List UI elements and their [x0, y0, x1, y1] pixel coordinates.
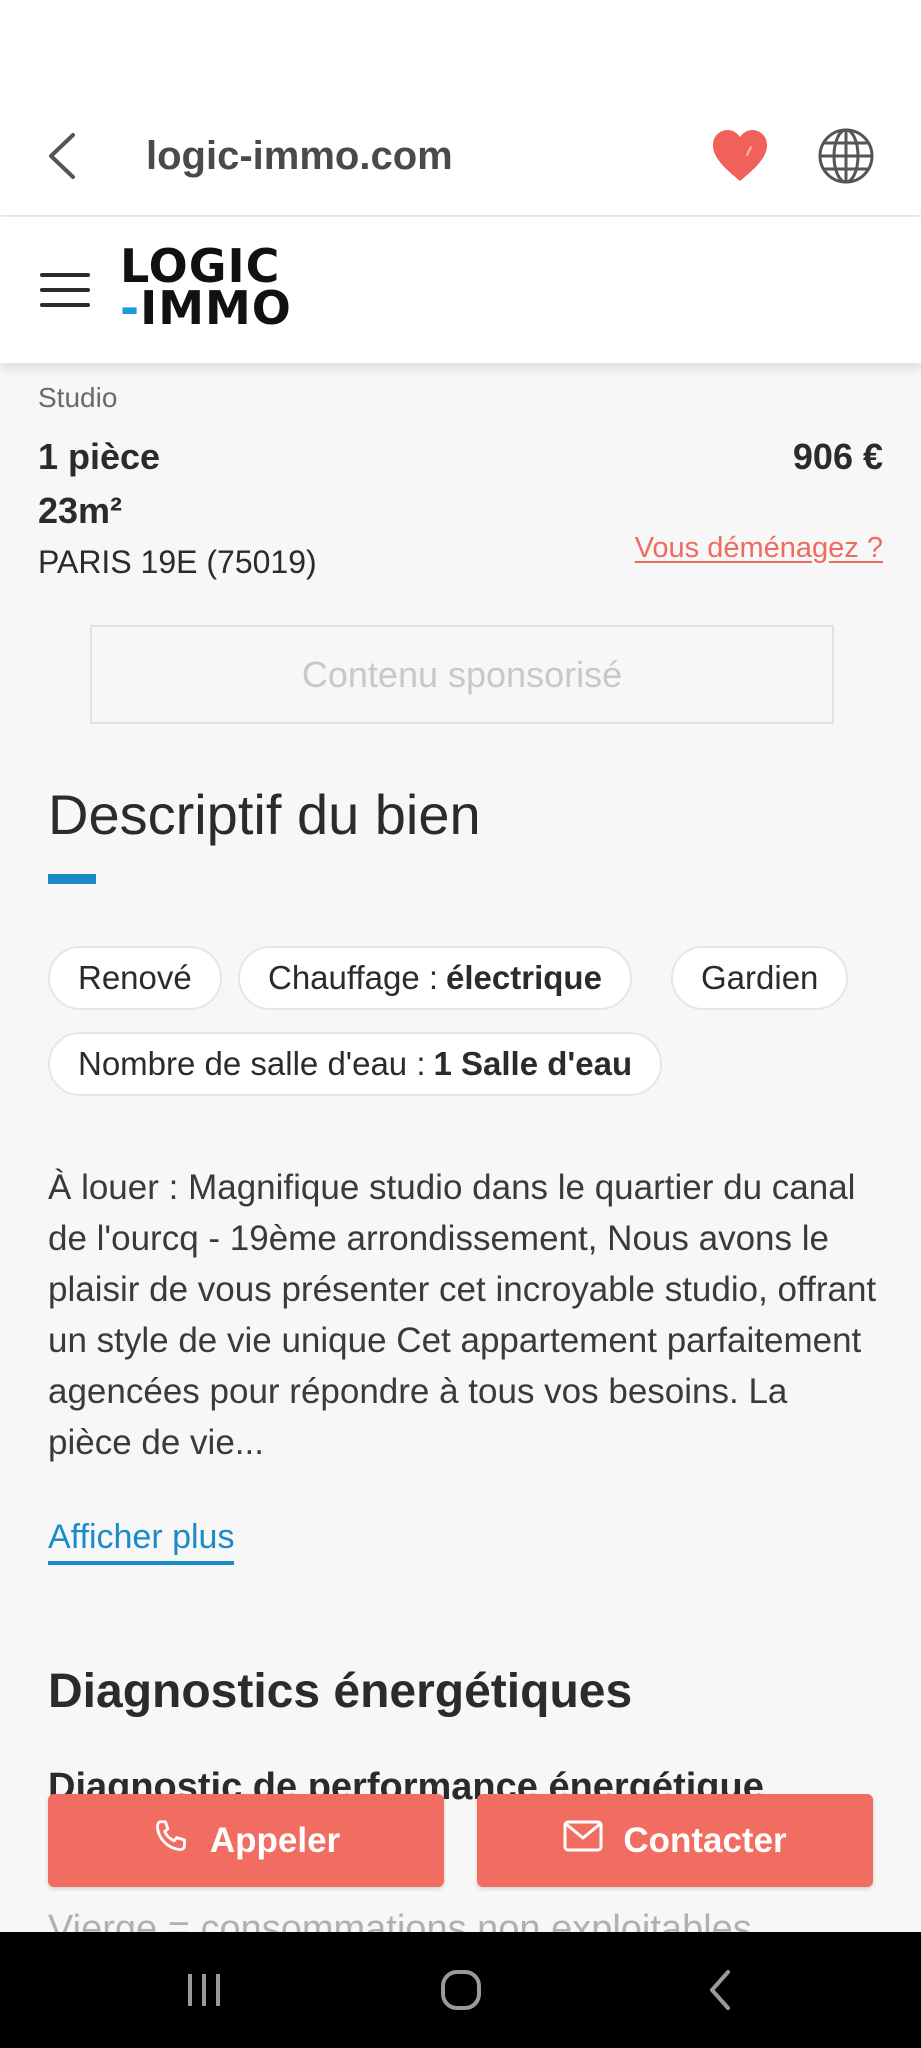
recent-apps-icon[interactable] [172, 1958, 236, 2022]
hamburger-icon[interactable] [40, 265, 90, 315]
logo-line-2: -IMMO [120, 281, 292, 335]
description-title: Descriptif du bien [48, 783, 481, 846]
status-bar [0, 0, 921, 96]
show-more-link[interactable]: Afficher plus [48, 1518, 235, 1565]
call-button[interactable]: Appeler [48, 1794, 444, 1887]
heart-icon[interactable] [706, 112, 774, 200]
home-icon[interactable] [429, 1958, 493, 2022]
property-type: Studio [38, 382, 118, 413]
description-text: À louer : Magnifique studio dans le quar… [48, 1168, 877, 1462]
moving-link[interactable]: Vous déménagez ? [635, 532, 883, 565]
room-count: 1 pièce [38, 436, 161, 477]
call-label: Appeler [209, 1820, 341, 1860]
location: PARIS 19E (75019) [38, 544, 317, 580]
feature-chip: Renové [48, 946, 222, 1010]
system-back-icon[interactable] [688, 1958, 752, 2022]
feature-chip: Nombre de salle d'eau :1 Salle d'eau [48, 1032, 663, 1096]
phone-icon [152, 1817, 190, 1864]
url-display[interactable]: logic-immo.com [146, 116, 453, 196]
energy-title: Diagnostics énergétiques [48, 1665, 633, 1718]
back-chevron-icon[interactable] [36, 112, 88, 200]
browser-toolbar: logic-immo.com [0, 96, 921, 216]
contact-label: Contacter [623, 1820, 787, 1860]
feature-chip: Chauffage : électrique [238, 946, 632, 1010]
mail-icon [563, 1820, 603, 1861]
site-header: LOGIC -IMMO [0, 217, 921, 363]
globe-icon[interactable] [810, 112, 882, 200]
contact-button[interactable]: Contacter [477, 1794, 873, 1887]
feature-chip: Gardien [671, 946, 849, 1010]
site-logo[interactable]: LOGIC -IMMO [120, 243, 310, 337]
surface-area: 23m² [38, 490, 123, 531]
system-navigation-bar [0, 1932, 921, 2048]
price: 906 € [792, 436, 883, 477]
title-accent-bar [48, 874, 96, 884]
sponsored-content: Contenu sponsorisé [90, 625, 834, 724]
